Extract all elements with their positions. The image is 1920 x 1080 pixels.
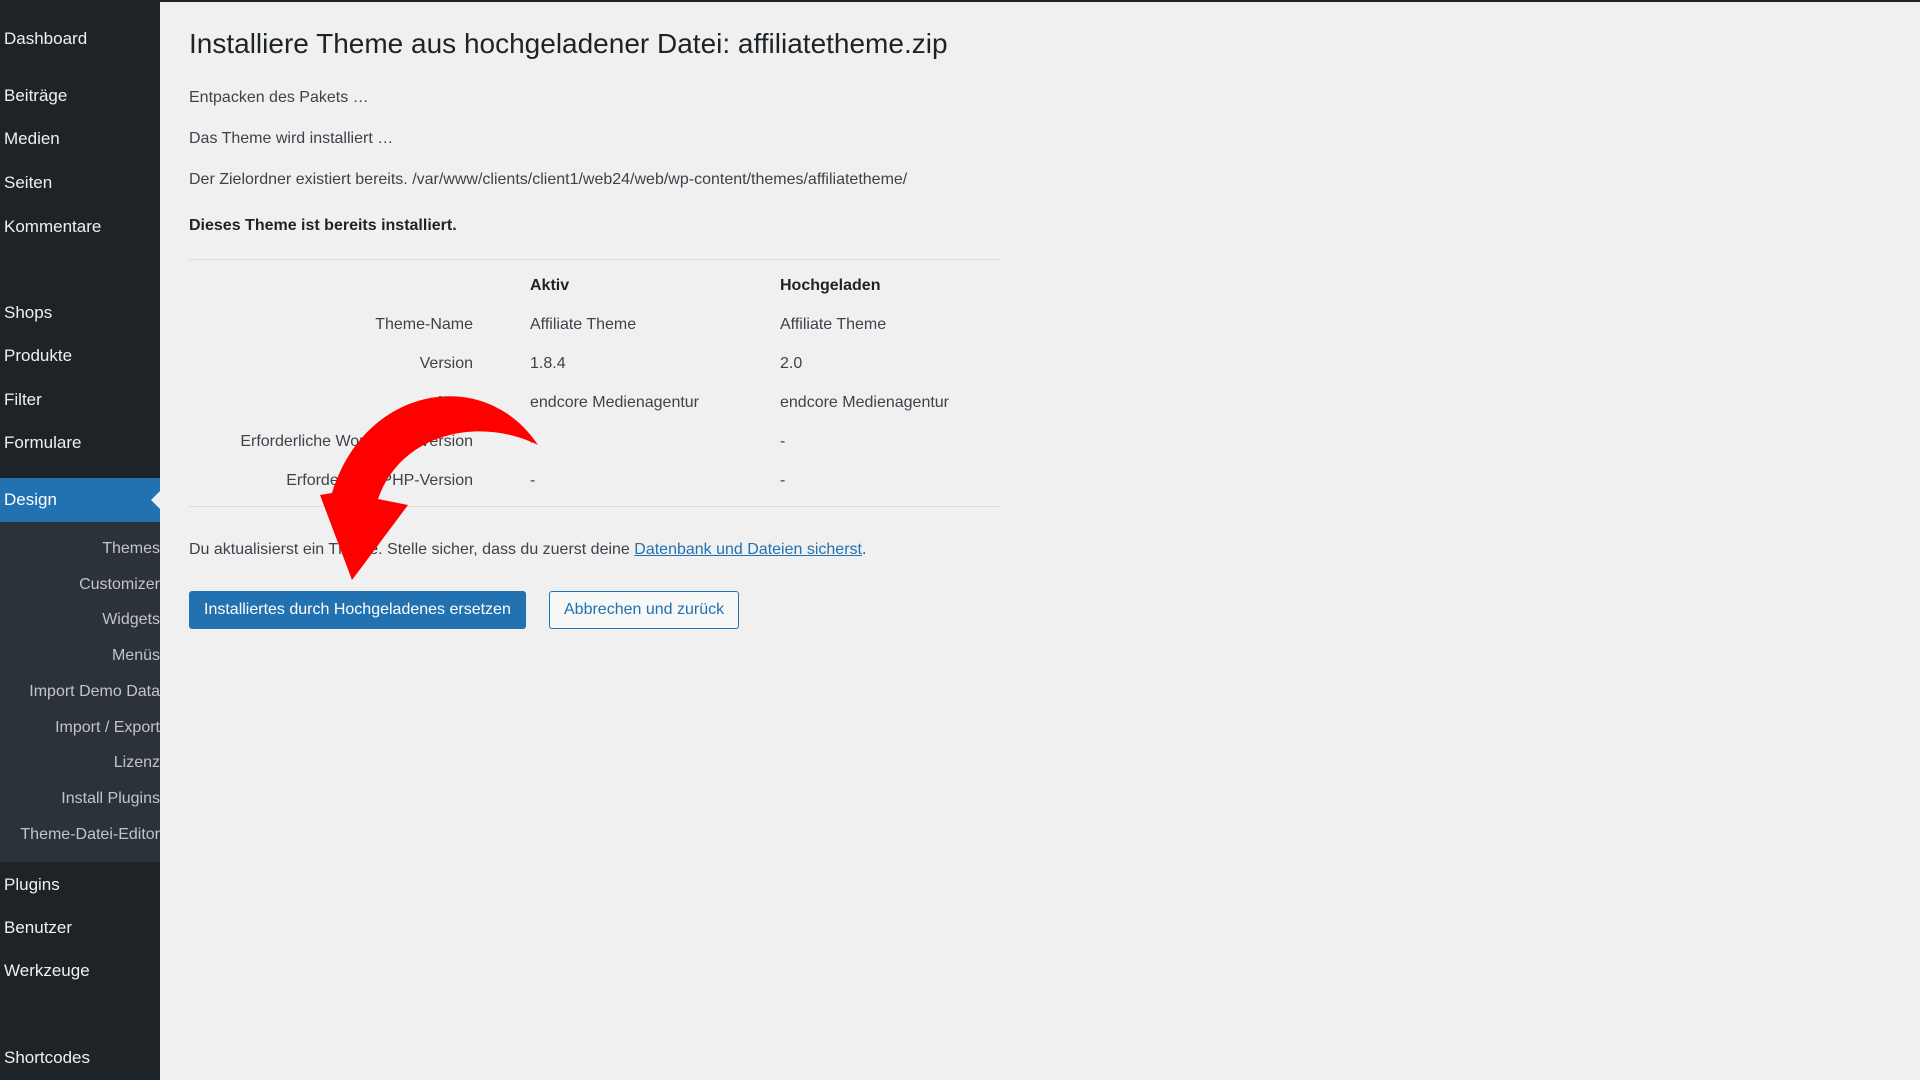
submenu-item-import-export[interactable]: Import / Export (0, 711, 160, 745)
sidebar-item-posts[interactable]: Beiträge (0, 74, 160, 118)
sidebar-item-label: Beiträge (4, 86, 68, 105)
sidebar-item-tools[interactable]: Werkzeuge (0, 949, 160, 993)
uploaded-required-php-version: - (780, 472, 786, 489)
top-bar (0, 0, 1920, 2)
submenu-item-license[interactable]: Lizenz (0, 746, 160, 780)
submenu-item-menus[interactable]: Menüs (0, 639, 160, 673)
sidebar-item-label: Plugins (4, 875, 60, 894)
submenu-item-install-plugins[interactable]: Install Plugins (0, 782, 160, 816)
submenu-item-themes[interactable]: Themes (0, 532, 160, 566)
sidebar-item-plugins[interactable]: Plugins (0, 863, 160, 907)
backup-link[interactable]: Datenbank und Dateien sicherst (634, 541, 862, 558)
row-label-author: Autor (434, 394, 473, 411)
sidebar-item-users[interactable]: Benutzer (0, 906, 160, 950)
status-message-unpacking: Entpacken des Pakets … (189, 89, 369, 106)
page-title: Installiere Theme aus hochgeladener Date… (189, 28, 948, 59)
sidebar-item-forms[interactable]: Formulare (0, 421, 160, 465)
sidebar-item-label: Formulare (4, 433, 82, 452)
submenu-item-theme-file-editor[interactable]: Theme-Datei-Editor (0, 818, 160, 852)
sidebar-item-design[interactable]: Design (0, 478, 160, 522)
sidebar-item-pages[interactable]: Seiten (0, 161, 160, 205)
uploaded-required-wp-version: - (780, 433, 786, 450)
sidebar-item-label: Seiten (4, 173, 53, 192)
sidebar-item-label: Werkzeuge (4, 961, 90, 980)
table-header-active: Aktiv (530, 277, 570, 294)
sidebar-item-shortcodes[interactable]: Shortcodes (0, 1036, 160, 1080)
uploaded-theme-name: Affiliate Theme (780, 316, 887, 333)
status-message-installing: Das Theme wird installiert … (189, 130, 394, 147)
table-header-uploaded: Hochgeladen (780, 277, 881, 294)
sidebar-item-label: Kommentare (4, 217, 102, 236)
sidebar-item-products[interactable]: Produkte (0, 334, 160, 378)
sidebar-item-label: Shortcodes (4, 1048, 90, 1067)
submenu-item-customizer[interactable]: Customizer (0, 568, 160, 602)
active-theme-name: Affiliate Theme (530, 316, 637, 333)
row-label-required-wp-version: Erforderliche WordPress-Version (240, 433, 473, 450)
sidebar-item-label: Shops (4, 303, 53, 322)
sidebar-item-shops[interactable]: Shops (0, 291, 160, 335)
sidebar-item-comments[interactable]: Kommentare (0, 205, 160, 249)
sidebar-item-dashboard[interactable]: Dashboard (0, 17, 160, 61)
submenu-item-widgets[interactable]: Widgets (0, 603, 160, 637)
already-installed-message: Dieses Theme ist bereits installiert. (189, 217, 457, 234)
sidebar-item-label: Dashboard (4, 29, 88, 48)
row-label-version: Version (419, 355, 473, 372)
replace-installed-button[interactable]: Installiertes durch Hochgeladenes ersetz… (189, 591, 526, 629)
status-message-folder-exists: Der Zielordner existiert bereits. /var/w… (189, 171, 908, 188)
uploaded-version: 2.0 (780, 355, 803, 372)
uploaded-author: endcore Medienagentur (780, 394, 950, 411)
backup-notice: Du aktualisierst ein Theme. Stelle siche… (189, 541, 867, 558)
sidebar-item-label: Medien (4, 129, 60, 148)
sidebar-item-label: Produkte (4, 346, 73, 365)
sidebar-item-label: Filter (4, 390, 42, 409)
row-label-required-php-version: Erforderliche PHP-Version (286, 472, 473, 489)
design-submenu: Themes Customizer Widgets Menüs Import D… (0, 522, 160, 862)
sidebar-item-label: Benutzer (4, 918, 73, 937)
admin-sidebar: Dashboard Beiträge Medien Seiten Komment… (0, 0, 160, 1080)
sidebar-item-media[interactable]: Medien (0, 117, 160, 161)
sidebar-item-label: Design (4, 490, 57, 509)
row-label-theme-name: Theme-Name (375, 316, 473, 333)
cancel-button[interactable]: Abbrechen und zurück (549, 591, 740, 629)
active-author: endcore Medienagentur (530, 394, 700, 411)
active-required-wp-version: - (530, 433, 536, 450)
theme-comparison-table: Aktiv Hochgeladen Theme-Name Affiliate T… (189, 259, 1001, 507)
sidebar-item-filter[interactable]: Filter (0, 378, 160, 422)
submenu-item-import-demo-data[interactable]: Import Demo Data (0, 675, 160, 709)
active-required-php-version: - (530, 472, 536, 489)
active-version: 1.8.4 (530, 355, 566, 372)
